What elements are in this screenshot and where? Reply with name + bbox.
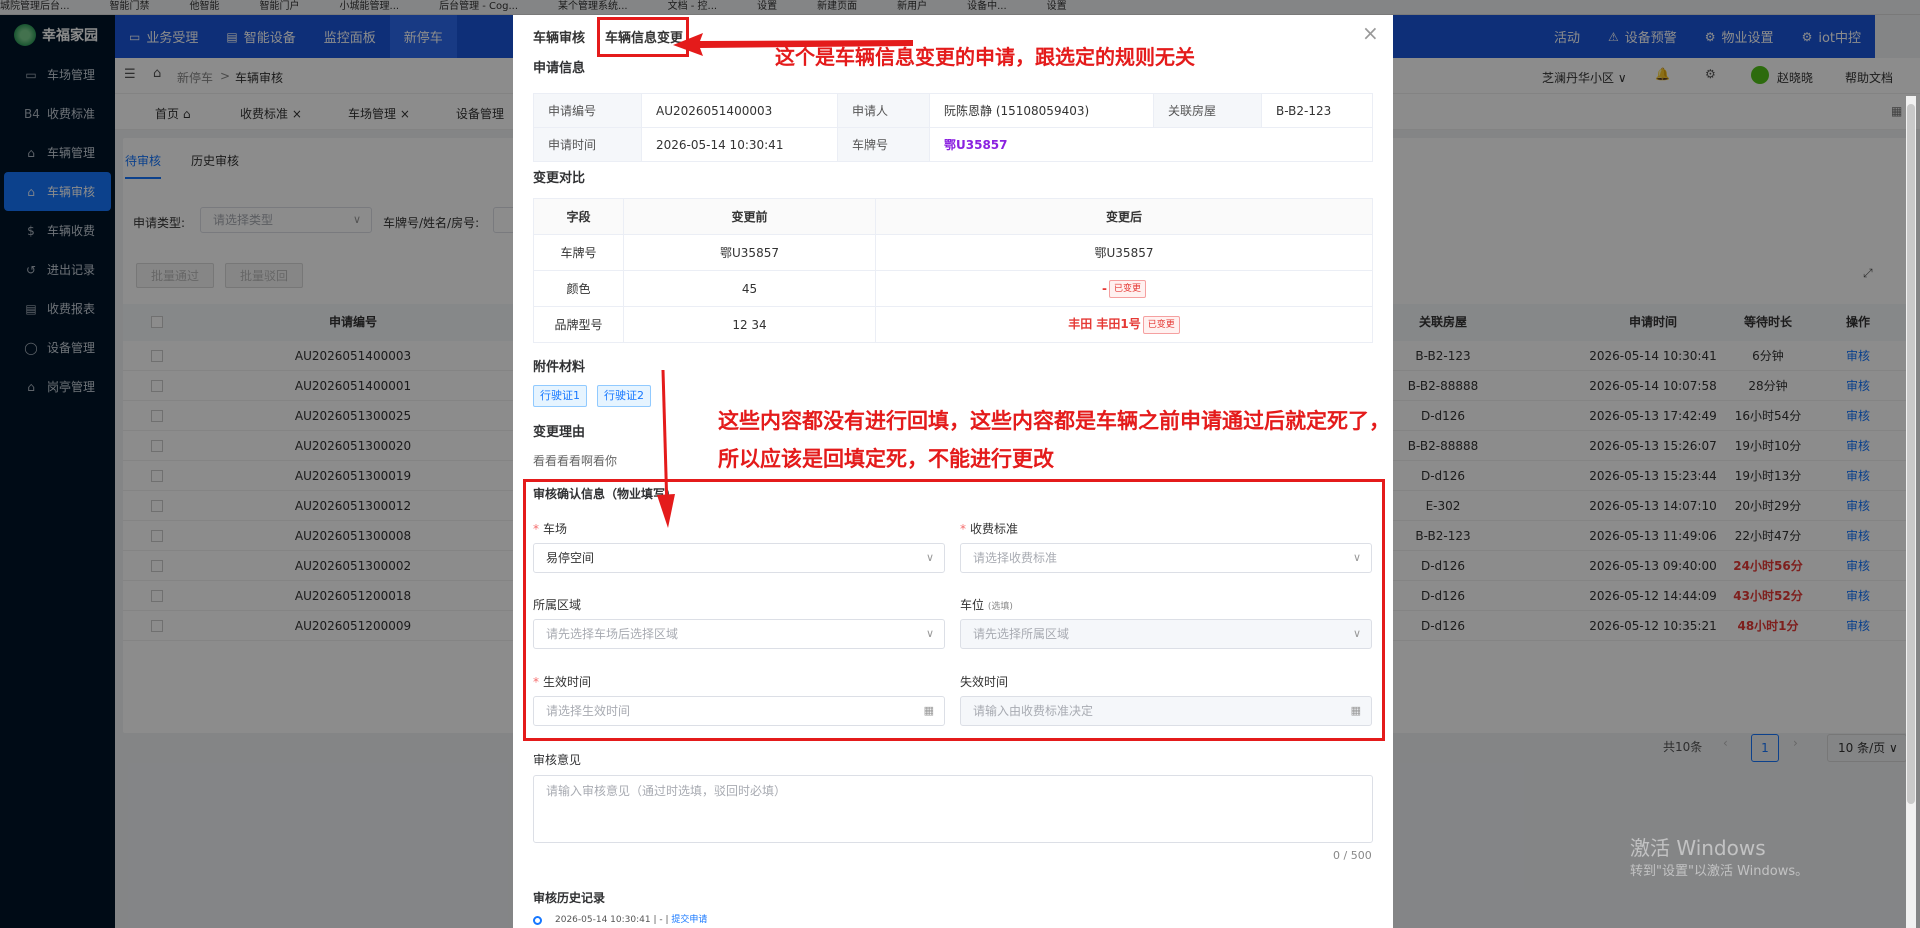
windows-watermark-text: 转到"设置"以激活 Windows。 bbox=[1630, 864, 1809, 879]
attachment-2[interactable]: 行驶证2 bbox=[597, 385, 651, 407]
compare-after-value: - bbox=[1102, 281, 1107, 295]
attachments: 行驶证1 行驶证2 bbox=[533, 385, 661, 407]
changed-badge: 已变更 bbox=[1108, 279, 1146, 298]
compare-row: 车牌号 鄂U35857 鄂U35857 bbox=[533, 234, 1373, 271]
compare-after-value: 丰田 丰田1号 bbox=[1068, 317, 1141, 332]
spot-label: 车位 (选填) bbox=[960, 598, 1013, 612]
lot-label: * 车场 bbox=[533, 522, 568, 536]
reason-title: 变更理由 bbox=[533, 425, 586, 440]
spot-select[interactable]: 请先选择所属区域 ∨ bbox=[960, 619, 1372, 649]
history-item: 2026-05-14 10:30:41 | - | 提交申请 bbox=[555, 915, 708, 925]
chevron-down-icon: ∨ bbox=[925, 551, 934, 564]
exp-date-picker[interactable]: 请输入由收费标准决定 ▦ bbox=[960, 696, 1372, 726]
page-scrollbar[interactable] bbox=[1906, 96, 1916, 928]
compare-field: 品牌型号 bbox=[533, 306, 624, 343]
compare-after: - 已变更 bbox=[875, 270, 1373, 307]
eff-date-picker[interactable]: 请选择生效时间 ▦ bbox=[533, 696, 945, 726]
eff-label: * 生效时间 bbox=[533, 675, 592, 689]
chevron-down-icon: ∨ bbox=[1352, 627, 1361, 640]
opinion-title: 审核意见 bbox=[533, 753, 582, 767]
apply-info-table: 申请编号 AU2026051400003 申请人 阮陈恩静 (151080594… bbox=[533, 93, 1373, 162]
calendar-icon: ▦ bbox=[1350, 704, 1361, 717]
annotation-arrow-middle bbox=[657, 370, 675, 528]
plate-value: 鄂U35857 bbox=[929, 127, 1373, 162]
audit-modal: 车辆审核 车辆信息变更 × 申请信息 申请编号 AU2026051400003 … bbox=[513, 15, 1393, 928]
opinion-textarea[interactable]: 请输入审核意见（通过时选填，驳回时必填） bbox=[533, 775, 1373, 843]
fee-label: * 收费标准 bbox=[960, 522, 1019, 536]
compare-before: 12 34 bbox=[623, 306, 876, 343]
reason-text: 看看看看啊看你 bbox=[533, 454, 618, 468]
chevron-down-icon: ∨ bbox=[1352, 551, 1361, 564]
compare-table: 字段 变更前 变更后 车牌号 鄂U35857 鄂U35857 颜色 45- 已变更 品牌型号… bbox=[533, 198, 1373, 343]
attachment-1[interactable]: 行驶证1 bbox=[533, 385, 587, 407]
apply-info-title: 申请信息 bbox=[533, 61, 586, 76]
timeline-dot-icon bbox=[533, 916, 542, 925]
opinion-counter: 0 / 500 bbox=[1333, 849, 1372, 862]
windows-watermark-title: 激活 Windows bbox=[1630, 836, 1766, 860]
compare-title: 变更对比 bbox=[533, 171, 586, 186]
chevron-down-icon: ∨ bbox=[925, 627, 934, 640]
exp-label: 失效时间 bbox=[960, 675, 1009, 689]
modal-title: 车辆审核 bbox=[533, 31, 586, 46]
history-title: 审核历史记录 bbox=[533, 891, 606, 905]
annotation-arrow-top bbox=[673, 33, 913, 56]
close-icon[interactable]: × bbox=[1362, 21, 1379, 45]
compare-field: 车牌号 bbox=[533, 234, 624, 271]
changed-badge: 已变更 bbox=[1142, 315, 1180, 334]
compare-after: 鄂U35857 bbox=[875, 234, 1373, 271]
fee-select[interactable]: 请选择收费标准 ∨ bbox=[960, 543, 1372, 573]
compare-field: 颜色 bbox=[533, 270, 624, 307]
annotation-middle-2: 所以应该是回填定死，不能进行更改 bbox=[718, 447, 1054, 471]
scrollbar-thumb[interactable] bbox=[1907, 104, 1915, 804]
compare-before: 鄂U35857 bbox=[623, 234, 876, 271]
compare-after: 丰田 丰田1号 已变更 bbox=[875, 306, 1373, 343]
compare-row: 颜色 45- 已变更 bbox=[533, 270, 1373, 307]
annotation-middle-1: 这些内容都没有进行回填，这些内容都是车辆之前申请通过后就定死了， bbox=[718, 409, 1390, 433]
attach-title: 附件材料 bbox=[533, 360, 586, 375]
lot-select[interactable]: 易停空间 ∨ bbox=[533, 543, 945, 573]
compare-after-value: 鄂U35857 bbox=[1094, 246, 1154, 260]
calendar-icon: ▦ bbox=[923, 704, 934, 717]
area-select[interactable]: 请先选择车场后选择区域 ∨ bbox=[533, 619, 945, 649]
compare-before: 45 bbox=[623, 270, 876, 307]
area-label: 所属区域 bbox=[533, 598, 582, 612]
modal-subtitle: 车辆信息变更 bbox=[605, 31, 684, 46]
compare-row: 品牌型号 12 34 丰田 丰田1号 已变更 bbox=[533, 306, 1373, 343]
